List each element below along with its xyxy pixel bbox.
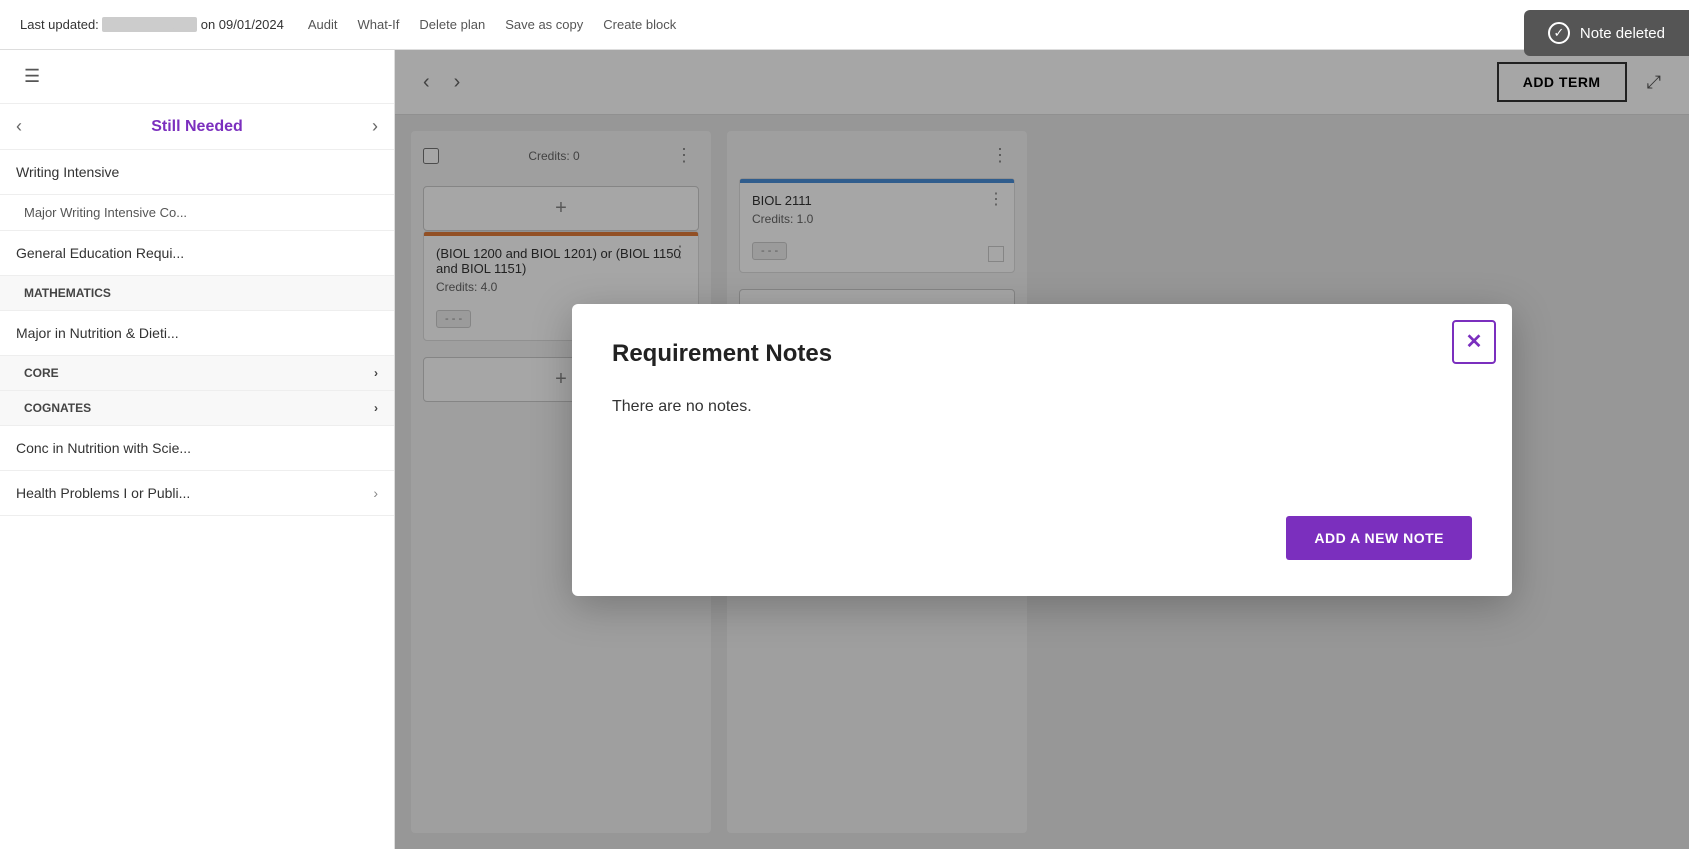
top-bar: Last updated: Arcp, Rcrme ... on 09/01/2… [0,0,1689,50]
sidebar-item-major-writing[interactable]: Major Writing Intensive Co... [0,195,394,231]
modal-footer: ADD A NEW NOTE [612,516,1472,560]
sidebar-section-mathematics: MATHEMATICS [0,276,394,311]
sidebar-item-nutrition[interactable]: Major in Nutrition & Dieti... [0,311,394,356]
sidebar: ☰ ‹ Still Needed › Writing Intensive Maj… [0,50,395,849]
top-nav: Audit What-If Delete plan Save as copy C… [308,17,676,32]
sidebar-back-button[interactable]: ‹ [16,116,22,137]
save-as-copy-link[interactable]: Save as copy [505,17,583,32]
sidebar-item-gen-ed[interactable]: General Education Requi... [0,231,394,276]
modal-close-button[interactable]: ✕ [1452,320,1496,364]
requirement-notes-modal: Requirement Notes ✕ There are no notes. … [572,304,1512,596]
sidebar-section-cognates[interactable]: COGNATES › [0,391,394,426]
sidebar-item-writing-intensive[interactable]: Writing Intensive [0,150,394,195]
sidebar-section-core[interactable]: CORE › [0,356,394,391]
cognates-chevron-icon: › [374,401,378,415]
last-updated-text: Last updated: Arcp, Rcrme ... on 09/01/2… [20,17,284,32]
sidebar-menu-button[interactable]: ☰ [16,62,48,91]
check-circle-icon: ✓ [1548,22,1570,44]
content-area: ‹ › ADD TERM ⤢ Credits: 0 [395,50,1689,849]
add-new-note-button[interactable]: ADD A NEW NOTE [1286,516,1472,560]
toast-message: Note deleted [1580,25,1665,42]
create-block-link[interactable]: Create block [603,17,676,32]
delete-plan-link[interactable]: Delete plan [419,17,485,32]
redacted-name: Arcp, Rcrme ... [102,17,197,32]
main-layout: ☰ ‹ Still Needed › Writing Intensive Maj… [0,50,1689,849]
core-chevron-icon: › [374,366,378,380]
what-if-link[interactable]: What-If [358,17,400,32]
sidebar-title: Still Needed [151,118,243,136]
health-chevron-icon: › [373,485,378,501]
sidebar-nav-header: ‹ Still Needed › [0,104,394,150]
sidebar-forward-button[interactable]: › [372,116,378,137]
sidebar-header: ☰ [0,50,394,104]
note-deleted-toast: ✓ Note deleted [1524,10,1689,56]
modal-no-notes-text: There are no notes. [612,398,1472,416]
modal-title: Requirement Notes [612,340,1472,368]
sidebar-item-conc-nutrition[interactable]: Conc in Nutrition with Scie... [0,426,394,471]
sidebar-item-health-problems[interactable]: Health Problems I or Publi... › [0,471,394,516]
audit-link[interactable]: Audit [308,17,338,32]
